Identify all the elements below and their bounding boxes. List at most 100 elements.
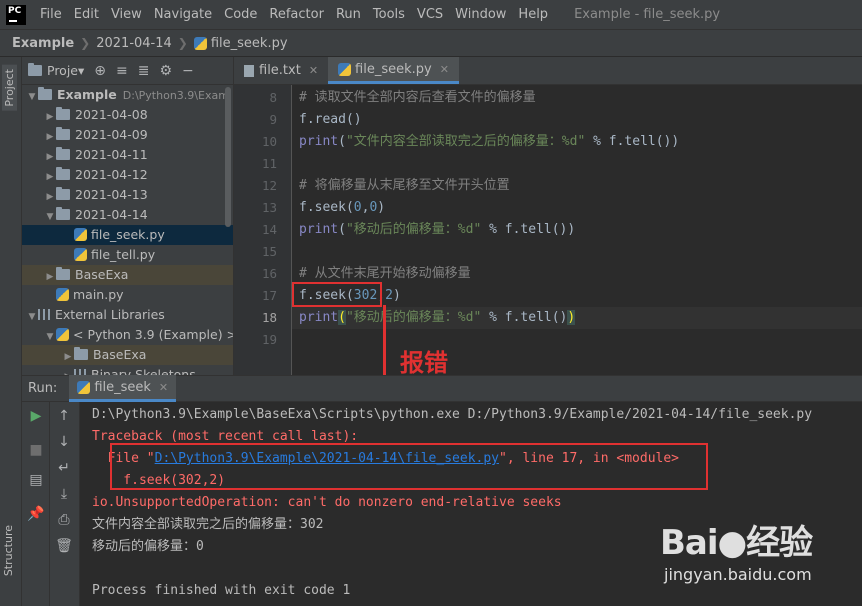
chevron-right-icon[interactable]: ▶ [44, 187, 56, 207]
chevron-right-icon[interactable]: ▶ [62, 347, 74, 367]
editor-tab[interactable]: file_seek.py ✕ [328, 57, 459, 84]
code-line[interactable]: print("移动后的偏移量：%d" % f.tell()) [299, 219, 575, 241]
run-tab[interactable]: file_seek ✕ [69, 375, 177, 402]
gear-icon[interactable]: ⚙ [159, 63, 172, 79]
menu-vcs[interactable]: VCS [411, 0, 449, 30]
chevron-down-icon[interactable]: ▼ [26, 307, 38, 327]
breadcrumb-project[interactable]: Example [12, 36, 74, 51]
code-token: ) [392, 288, 401, 303]
locate-icon[interactable]: ⊕ [94, 63, 106, 79]
code-line[interactable]: print("移动后的偏移量：%d" % f.tell()) [292, 307, 862, 329]
menu-refactor[interactable]: Refactor [263, 0, 330, 30]
text-file-icon [244, 64, 254, 77]
watermark-url: jingyan.baidu.com [664, 565, 812, 584]
code-token: # 读取文件全部内容后查看文件的偏移量 [299, 90, 536, 105]
menu-file[interactable]: File [34, 0, 68, 30]
tree-item[interactable]: ▶ 2021-04-13 [22, 185, 233, 205]
down-arrow-icon[interactable]: ↓ [50, 434, 78, 450]
python-file-icon [74, 248, 87, 261]
code-line[interactable]: print("文件内容全部读取完之后的偏移量：%d" % f.tell()) [299, 131, 679, 153]
tree-item[interactable]: ▼ Example D:\Python3.9\Exam [22, 85, 233, 105]
chevron-down-icon[interactable]: ▼ [26, 87, 38, 107]
tree-item-label: Example [57, 87, 117, 102]
annotation-label: 报错 [400, 349, 448, 377]
code-token: "文件内容全部读取完之后的偏移量：%d" [345, 134, 586, 149]
tree-item-label: BaseExa [93, 347, 147, 362]
tree-item[interactable]: ▶ BaseExa [22, 345, 233, 365]
tool-tab-structure[interactable]: Structure [2, 525, 15, 576]
menu-code[interactable]: Code [218, 0, 263, 30]
tree-item[interactable]: ▶ Binary Skeletons [22, 365, 233, 375]
menu-bar: PC File Edit View Navigate Code Refactor Run To… [0, 0, 862, 30]
tree-item[interactable]: ▶ 2021-04-08 [22, 105, 233, 125]
tree-item-label: 2021-04-14 [75, 207, 148, 222]
close-icon[interactable]: ✕ [159, 381, 168, 394]
chevron-right-icon[interactable]: ▶ [44, 127, 56, 147]
breadcrumb-file[interactable]: file_seek.py [211, 36, 288, 51]
tree-item[interactable]: main.py [22, 285, 233, 305]
menu-tools[interactable]: Tools [367, 0, 411, 30]
close-icon[interactable]: ✕ [440, 63, 449, 76]
menu-help[interactable]: Help [512, 0, 554, 30]
code-editor[interactable]: 8 9 10 11 12 13 14 15 16 17 18 19 # 读取文件全部内容后查看文件的偏… [234, 85, 862, 375]
scroll-to-end-icon[interactable]: ⤓ [50, 486, 78, 502]
tree-item[interactable]: ▶ 2021-04-11 [22, 145, 233, 165]
code-line[interactable]: # 将偏移量从末尾移至文件开头位置 [299, 175, 510, 197]
run-tab-label: file_seek [94, 379, 151, 395]
tree-item[interactable]: ▼ External Libraries [22, 305, 233, 325]
console-command: D:\Python3.9\Example\BaseExa\Scripts\pyt… [92, 407, 813, 422]
code-token: % f.tell()) [585, 134, 680, 149]
layout-icon[interactable]: ▤ [22, 472, 50, 488]
tree-item[interactable]: file_tell.py [22, 245, 233, 265]
tool-tab-project[interactable]: Project [2, 65, 17, 111]
project-scrollbar[interactable] [225, 87, 231, 227]
pin-icon[interactable]: 📌 [22, 506, 50, 522]
python-file-icon [56, 328, 69, 341]
chevron-down-icon[interactable]: ▼ [44, 207, 56, 227]
tree-item[interactable]: ▶ 2021-04-12 [22, 165, 233, 185]
print-icon[interactable]: ⎙ [50, 512, 78, 528]
chevron-right-icon[interactable]: ▶ [44, 107, 56, 127]
window-title: Example - file_seek.py [574, 7, 721, 22]
python-file-icon [77, 380, 91, 394]
hide-icon[interactable]: − [182, 63, 194, 79]
menu-navigate[interactable]: Navigate [148, 0, 218, 30]
chevron-right-icon[interactable]: ▶ [62, 367, 74, 375]
code-token: % f.tell()) [481, 222, 576, 237]
menu-edit[interactable]: Edit [68, 0, 105, 30]
console-output-2: 移动后的偏移量：0 [92, 539, 204, 554]
expand-all-icon[interactable]: ≣ [138, 63, 150, 79]
project-view-selector[interactable]: Proje▾ [47, 63, 84, 78]
menu-view[interactable]: View [105, 0, 148, 30]
close-icon[interactable]: ✕ [309, 64, 318, 77]
tree-item[interactable]: ▼ 2021-04-14 [22, 205, 233, 225]
tree-item[interactable]: ▼ < Python 3.9 (Example) > [22, 325, 233, 345]
up-arrow-icon[interactable]: ↑ [50, 408, 78, 424]
collapse-all-icon[interactable]: ≡ [116, 63, 128, 79]
tree-item[interactable]: file_seek.py [22, 225, 233, 245]
soft-wrap-icon[interactable]: ↵ [50, 460, 78, 476]
rerun-icon[interactable]: ▶ [22, 408, 50, 424]
annotation-box-traceback [110, 443, 708, 490]
code-token: ) [567, 310, 576, 325]
chevron-down-icon[interactable]: ▼ [44, 327, 56, 347]
menu-window[interactable]: Window [449, 0, 512, 30]
code-line[interactable]: # 读取文件全部内容后查看文件的偏移量 [299, 87, 536, 109]
code-line[interactable]: f.read() [299, 109, 362, 131]
line-number: 9 [269, 112, 277, 127]
menu-run[interactable]: Run [330, 0, 367, 30]
left-tool-stripe: Project Structure [0, 57, 22, 606]
trash-icon[interactable]: 🗑 [50, 538, 78, 554]
chevron-right-icon[interactable]: ▶ [44, 167, 56, 187]
line-number: 11 [261, 156, 277, 171]
code-token: "移动后的偏移量：%d" [345, 222, 482, 237]
breadcrumb-folder[interactable]: 2021-04-14 [96, 36, 172, 51]
chevron-right-icon[interactable]: ▶ [44, 147, 56, 167]
tree-item[interactable]: ▶ 2021-04-09 [22, 125, 233, 145]
chevron-right-icon[interactable]: ▶ [44, 267, 56, 287]
tree-item[interactable]: ▶ BaseExa [22, 265, 233, 285]
code-token: 2 [385, 288, 393, 303]
editor-tab[interactable]: file.txt ✕ [234, 57, 328, 84]
code-line[interactable]: f.seek(0,0) [299, 197, 385, 219]
stop-icon[interactable]: ■ [22, 442, 50, 458]
